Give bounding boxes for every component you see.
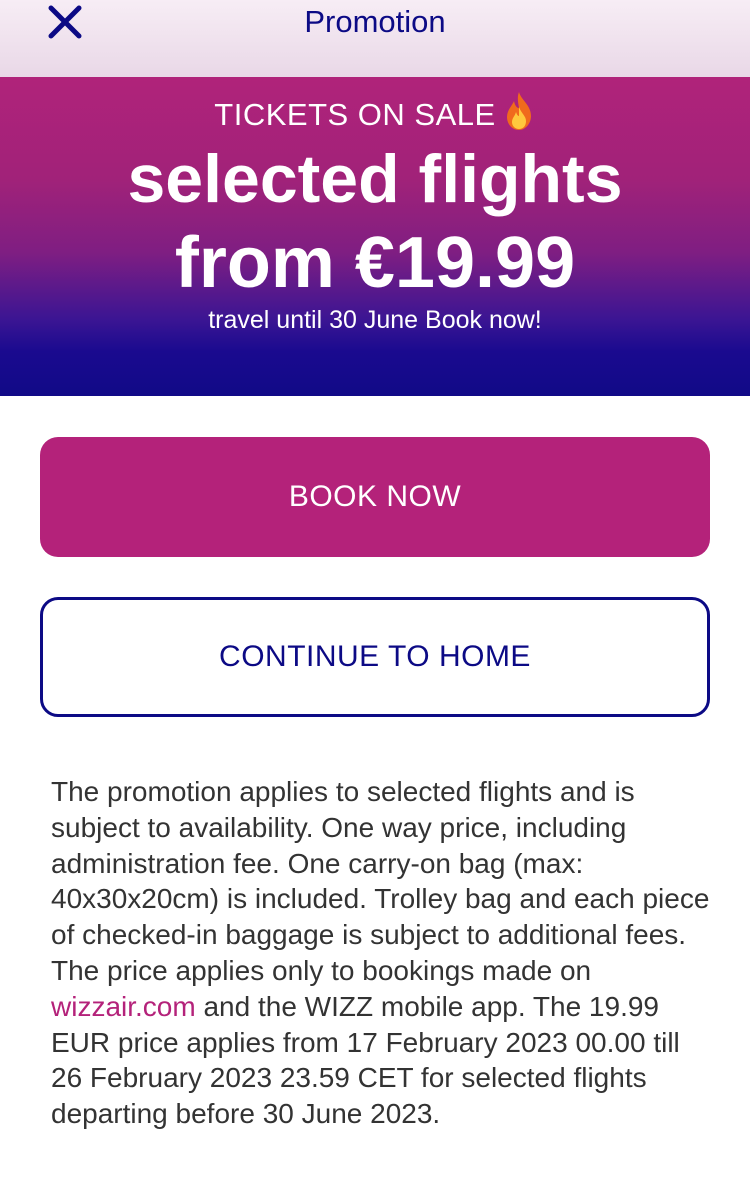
continue-to-home-button[interactable]: CONTINUE TO HOME bbox=[40, 597, 710, 717]
promo-kicker-label: TICKETS ON SALE bbox=[214, 97, 496, 132]
promo-banner: TICKETS ON SALE selected flights from €1… bbox=[0, 77, 750, 396]
terms-text-start: The promotion applies to selected flight… bbox=[51, 776, 710, 986]
promo-price: from €19.99 bbox=[174, 223, 576, 303]
promotion-terms: The promotion applies to selected flight… bbox=[51, 774, 716, 1132]
promo-kicker: TICKETS ON SALE bbox=[0, 91, 750, 135]
wizzair-link[interactable]: wizzair.com bbox=[51, 991, 196, 1022]
book-now-button[interactable]: BOOK NOW bbox=[40, 437, 710, 557]
top-bar: Promotion bbox=[0, 0, 750, 77]
fire-icon bbox=[506, 92, 531, 130]
page-title: Promotion bbox=[304, 4, 446, 39]
promo-subline: travel until 30 June Book now! bbox=[208, 306, 542, 334]
promo-headline: selected flights bbox=[127, 141, 623, 217]
